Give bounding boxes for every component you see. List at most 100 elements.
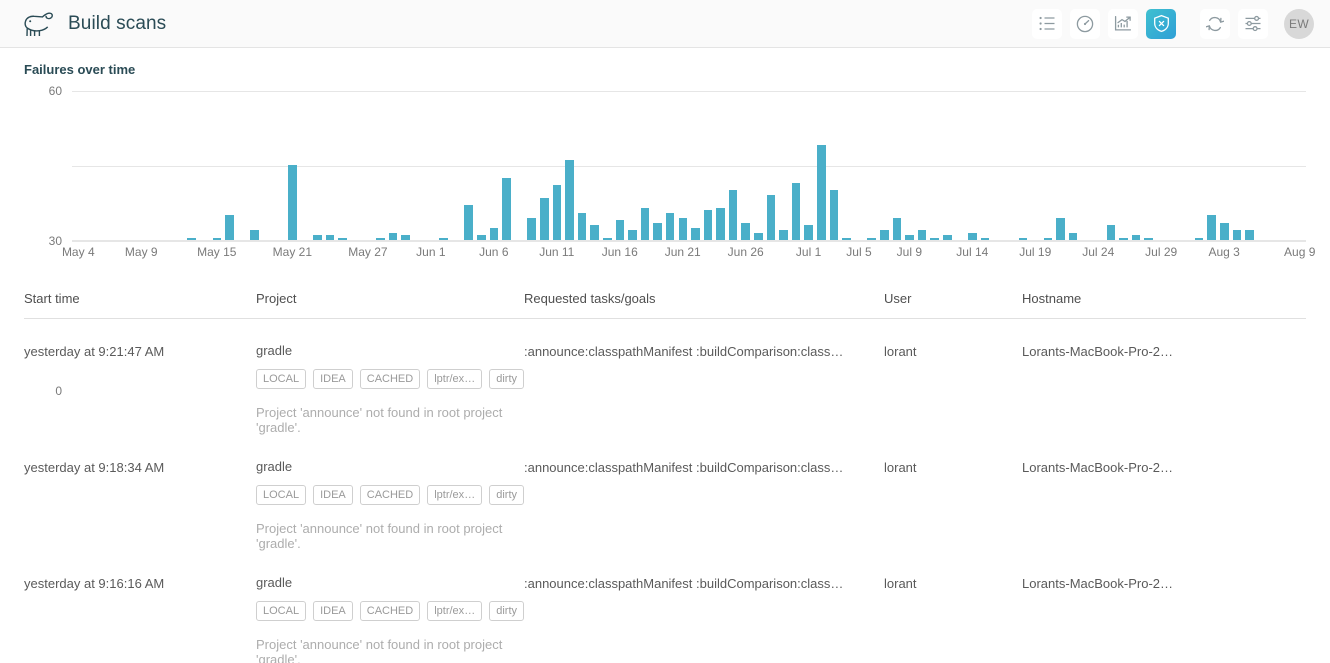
chart-bar[interactable]	[338, 238, 347, 241]
chart-bar-slot[interactable]	[399, 90, 412, 240]
tag[interactable]: IDEA	[313, 485, 353, 505]
chart-bar[interactable]	[716, 208, 725, 241]
chart-bar-slot[interactable]	[525, 90, 538, 240]
chart-bar[interactable]	[968, 233, 977, 241]
chart-bar-slot[interactable]	[714, 90, 727, 240]
chart-bar[interactable]	[590, 225, 599, 240]
chart-bar-slot[interactable]	[979, 90, 992, 240]
chart-bar-slot[interactable]	[1105, 90, 1118, 240]
chart-bar[interactable]	[464, 205, 473, 240]
tag[interactable]: LOCAL	[256, 485, 306, 505]
chart-bar-slot[interactable]	[702, 90, 715, 240]
chart-bar[interactable]	[1220, 223, 1229, 241]
chart-bar[interactable]	[1233, 230, 1242, 240]
chart-bar[interactable]	[1132, 235, 1141, 240]
chart-bar-slot[interactable]	[72, 90, 85, 240]
chart-bar[interactable]	[439, 238, 448, 241]
chart-bar-slot[interactable]	[790, 90, 803, 240]
chart-bar-slot[interactable]	[601, 90, 614, 240]
chart-bar[interactable]	[603, 238, 612, 241]
chart-bar[interactable]	[288, 165, 297, 240]
chart-bar-slot[interactable]	[777, 90, 790, 240]
chart-bar-slot[interactable]	[1168, 90, 1181, 240]
chart-bar[interactable]	[250, 230, 259, 240]
tag[interactable]: CACHED	[360, 369, 420, 389]
chart-bar[interactable]	[187, 238, 196, 241]
chart-bar[interactable]	[691, 228, 700, 241]
chart-bar-slot[interactable]	[991, 90, 1004, 240]
chart-bar-slot[interactable]	[110, 90, 123, 240]
tag[interactable]: dirty	[489, 485, 524, 505]
chart-bar[interactable]	[1195, 238, 1204, 241]
chart-bar[interactable]	[729, 190, 738, 240]
chart-bar-slot[interactable]	[173, 90, 186, 240]
chart-bar[interactable]	[225, 215, 234, 240]
chart-bar-slot[interactable]	[513, 90, 526, 240]
chart-bar[interactable]	[653, 223, 662, 241]
chart-bar[interactable]	[565, 160, 574, 240]
chart-bar[interactable]	[616, 220, 625, 240]
tag[interactable]: dirty	[489, 369, 524, 389]
chart-bar-slot[interactable]	[966, 90, 979, 240]
chart-bar-slot[interactable]	[1256, 90, 1269, 240]
chart-bar-slot[interactable]	[122, 90, 135, 240]
chart-bar-slot[interactable]	[198, 90, 211, 240]
chart-bar-slot[interactable]	[1243, 90, 1256, 240]
chart-bar-slot[interactable]	[286, 90, 299, 240]
list-view-icon[interactable]	[1032, 9, 1062, 39]
chart-bar-slot[interactable]	[840, 90, 853, 240]
chart-bar-slot[interactable]	[1042, 90, 1055, 240]
chart-bar[interactable]	[905, 235, 914, 240]
chart-bar-slot[interactable]	[1067, 90, 1080, 240]
chart-bar-slot[interactable]	[752, 90, 765, 240]
chart-bar-slot[interactable]	[626, 90, 639, 240]
chart-bar[interactable]	[1207, 215, 1216, 240]
tag[interactable]: CACHED	[360, 601, 420, 621]
chart-bar[interactable]	[376, 238, 385, 241]
chart-bar-slot[interactable]	[802, 90, 815, 240]
chart-bar[interactable]	[867, 238, 876, 241]
chart-bar[interactable]	[704, 210, 713, 240]
chart-bar[interactable]	[389, 233, 398, 241]
tag[interactable]: lptr/execution/use-deleter-t…	[427, 601, 482, 621]
chart-bar-slot[interactable]	[651, 90, 664, 240]
chart-bar-slot[interactable]	[387, 90, 400, 240]
chart-bar[interactable]	[842, 238, 851, 241]
chart-bar-slot[interactable]	[374, 90, 387, 240]
chart-bar-slot[interactable]	[576, 90, 589, 240]
chart-bar[interactable]	[540, 198, 549, 241]
project-name[interactable]: gradle	[256, 343, 524, 358]
chart-bar-slot[interactable]	[677, 90, 690, 240]
chart-bar-slot[interactable]	[248, 90, 261, 240]
chart-bar-slot[interactable]	[1029, 90, 1042, 240]
chart-bar-slot[interactable]	[954, 90, 967, 240]
chart-bar[interactable]	[679, 218, 688, 241]
chart-bar-slot[interactable]	[1080, 90, 1093, 240]
chart-bar-slot[interactable]	[450, 90, 463, 240]
table-row[interactable]: yesterday at 9:18:34 AMgradleLOCALIDEACA…	[24, 435, 1306, 551]
chart-bar-slot[interactable]	[148, 90, 161, 240]
chart-bar[interactable]	[880, 230, 889, 240]
chart-bar-slot[interactable]	[1054, 90, 1067, 240]
chart-bar-slot[interactable]	[85, 90, 98, 240]
chart-bar[interactable]	[1019, 238, 1028, 241]
tag[interactable]: LOCAL	[256, 601, 306, 621]
chart-bar-slot[interactable]	[349, 90, 362, 240]
chart-bar-slot[interactable]	[891, 90, 904, 240]
chart-bar-slot[interactable]	[324, 90, 337, 240]
chart-bar-slot[interactable]	[853, 90, 866, 240]
chart-bar-slot[interactable]	[185, 90, 198, 240]
chart-bar-slot[interactable]	[135, 90, 148, 240]
table-row[interactable]: yesterday at 9:21:47 AMgradleLOCALIDEACA…	[24, 319, 1306, 435]
chart-bar[interactable]	[477, 235, 486, 240]
trends-chart-icon[interactable]	[1108, 9, 1138, 39]
chart-bar-slot[interactable]	[903, 90, 916, 240]
chart-bar[interactable]	[792, 183, 801, 241]
chart-bar[interactable]	[893, 218, 902, 241]
chart-bar-slot[interactable]	[488, 90, 501, 240]
tag[interactable]: lptr/execution/use-deleter-t…	[427, 485, 482, 505]
chart-bar-slot[interactable]	[1117, 90, 1130, 240]
tag[interactable]: IDEA	[313, 601, 353, 621]
chart-bar[interactable]	[1044, 238, 1053, 241]
chart-bar-slot[interactable]	[551, 90, 564, 240]
